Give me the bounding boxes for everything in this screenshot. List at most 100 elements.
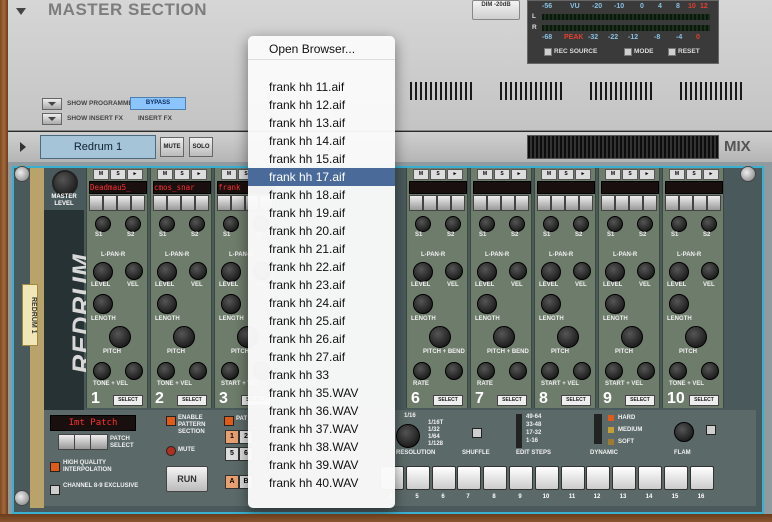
- channel-mute-button[interactable]: M: [669, 169, 685, 180]
- channel-trigger-button[interactable]: ►: [639, 169, 655, 180]
- show-insert-fx-button[interactable]: [42, 113, 62, 125]
- next-sample-icon[interactable]: [679, 195, 693, 211]
- next-sample-icon[interactable]: [487, 195, 501, 211]
- s1-knob[interactable]: [223, 216, 239, 232]
- hq-interpolation-toggle[interactable]: [50, 462, 60, 472]
- folder-icon[interactable]: [117, 195, 131, 211]
- dim-button[interactable]: DIM -20dB: [472, 0, 520, 20]
- s2-knob[interactable]: [189, 216, 205, 232]
- next-sample-icon[interactable]: [551, 195, 565, 211]
- folder-icon[interactable]: [181, 195, 195, 211]
- s1-knob[interactable]: [543, 216, 559, 232]
- channel-solo-button[interactable]: S: [686, 169, 702, 180]
- channel-solo-button[interactable]: S: [430, 169, 446, 180]
- pattern-button-5[interactable]: 5: [225, 447, 239, 461]
- step-pad-14[interactable]: [638, 466, 662, 490]
- sample-name-display[interactable]: [665, 181, 723, 194]
- step-pad-12[interactable]: [586, 466, 610, 490]
- s2-knob[interactable]: [445, 216, 461, 232]
- tone-knob[interactable]: [669, 362, 687, 380]
- bank-button-a[interactable]: A: [225, 475, 239, 489]
- waveform-icon[interactable]: [451, 195, 465, 211]
- prev-sample-icon[interactable]: [537, 195, 551, 211]
- step-pad-16[interactable]: [690, 466, 714, 490]
- channel-89-exclusive-toggle[interactable]: [50, 485, 60, 495]
- channel-mute-button[interactable]: M: [93, 169, 109, 180]
- level-knob[interactable]: [669, 262, 689, 282]
- sample-menu-item[interactable]: frank hh 26.aif: [248, 330, 395, 348]
- tone-velocity-knob[interactable]: [573, 362, 591, 380]
- sample-name-display[interactable]: [537, 181, 595, 194]
- sample-menu-item[interactable]: frank hh 20.aif: [248, 222, 395, 240]
- sample-menu-item[interactable]: frank hh 12.aif: [248, 96, 395, 114]
- velocity-knob[interactable]: [509, 262, 527, 280]
- edit-steps-slider[interactable]: [516, 414, 522, 448]
- pattern-enable-led[interactable]: [224, 416, 234, 426]
- sample-menu-item[interactable]: frank hh 22.aif: [248, 258, 395, 276]
- tone-velocity-knob[interactable]: [125, 362, 143, 380]
- waveform-icon[interactable]: [707, 195, 721, 211]
- velocity-knob[interactable]: [637, 262, 655, 280]
- flam-knob[interactable]: [674, 422, 694, 442]
- channel-solo-button[interactable]: S: [622, 169, 638, 180]
- select-button[interactable]: SELECT: [433, 395, 463, 406]
- s1-knob[interactable]: [607, 216, 623, 232]
- waveform-icon[interactable]: [515, 195, 529, 211]
- channel-trigger-button[interactable]: ►: [127, 169, 143, 180]
- velocity-knob[interactable]: [573, 262, 591, 280]
- s1-knob[interactable]: [159, 216, 175, 232]
- pitch-knob[interactable]: [173, 326, 195, 348]
- channel-trigger-button[interactable]: ►: [511, 169, 527, 180]
- tone-velocity-knob[interactable]: [509, 362, 527, 380]
- solo-button[interactable]: SOLO: [189, 137, 213, 157]
- sample-menu-item[interactable]: frank hh 15.aif: [248, 150, 395, 168]
- folder-icon[interactable]: [693, 195, 707, 211]
- master-level-knob[interactable]: [52, 170, 78, 196]
- waveform-icon[interactable]: [643, 195, 657, 211]
- level-knob[interactable]: [541, 262, 561, 282]
- tone-knob[interactable]: [157, 362, 175, 380]
- sample-menu-item[interactable]: frank hh 35.WAV: [248, 384, 395, 402]
- sample-menu-item[interactable]: frank hh 33: [248, 366, 395, 384]
- next-sample-icon[interactable]: [231, 195, 245, 211]
- pitch-knob[interactable]: [429, 326, 451, 348]
- channel-mute-button[interactable]: M: [477, 169, 493, 180]
- velocity-knob[interactable]: [189, 262, 207, 280]
- step-pad-13[interactable]: [612, 466, 636, 490]
- length-knob[interactable]: [93, 294, 113, 314]
- tone-knob[interactable]: [477, 362, 495, 380]
- prev-sample-icon[interactable]: [665, 195, 679, 211]
- pitch-knob[interactable]: [621, 326, 643, 348]
- tone-velocity-knob[interactable]: [189, 362, 207, 380]
- step-pad-7[interactable]: [457, 466, 481, 490]
- next-sample-icon[interactable]: [615, 195, 629, 211]
- channel-solo-button[interactable]: S: [110, 169, 126, 180]
- channel-mute-button[interactable]: M: [413, 169, 429, 180]
- folder-icon[interactable]: [437, 195, 451, 211]
- level-knob[interactable]: [413, 262, 433, 282]
- channel-mute-button[interactable]: M: [221, 169, 237, 180]
- select-button[interactable]: SELECT: [561, 395, 591, 406]
- patch-folder-button[interactable]: [90, 434, 108, 450]
- waveform-icon[interactable]: [131, 195, 145, 211]
- next-sample-icon[interactable]: [103, 195, 117, 211]
- sample-menu-item[interactable]: frank hh 21.aif: [248, 240, 395, 258]
- folder-icon[interactable]: [501, 195, 515, 211]
- length-knob[interactable]: [541, 294, 561, 314]
- open-browser-menu-item[interactable]: Open Browser...: [248, 40, 395, 58]
- sample-menu-item[interactable]: frank hh 13.aif: [248, 114, 395, 132]
- channel-trigger-button[interactable]: ►: [703, 169, 719, 180]
- tone-velocity-knob[interactable]: [637, 362, 655, 380]
- resolution-knob[interactable]: [396, 424, 420, 448]
- s1-knob[interactable]: [95, 216, 111, 232]
- pitch-knob[interactable]: [557, 326, 579, 348]
- s1-knob[interactable]: [415, 216, 431, 232]
- sample-menu-item[interactable]: frank hh 39.WAV: [248, 456, 395, 474]
- level-knob[interactable]: [157, 262, 177, 282]
- sample-name-display[interactable]: cmos_snar: [153, 181, 211, 194]
- tone-knob[interactable]: [413, 362, 431, 380]
- step-pad-15[interactable]: [664, 466, 688, 490]
- tone-knob[interactable]: [221, 362, 239, 380]
- level-knob[interactable]: [221, 262, 241, 282]
- sample-menu-item[interactable]: frank hh 14.aif: [248, 132, 395, 150]
